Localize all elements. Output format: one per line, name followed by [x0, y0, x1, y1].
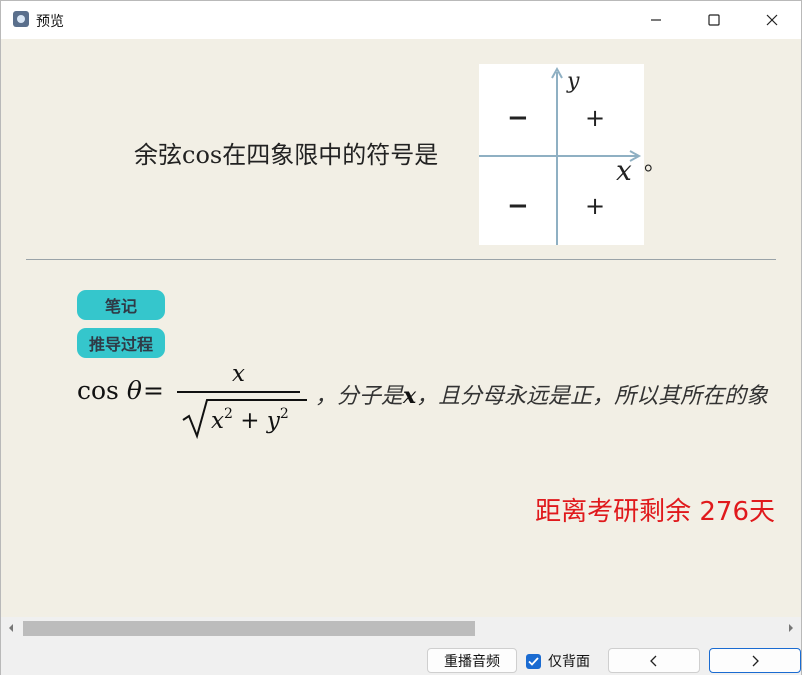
- scrollbar-thumb[interactable]: [23, 621, 475, 636]
- question-end-mark: 。: [644, 151, 667, 176]
- close-icon: [766, 14, 778, 26]
- app-icon: [13, 11, 29, 27]
- checkbox-checked-icon[interactable]: [526, 653, 541, 669]
- explanation-suffix: ，且分母永远是正，所以其所在的象: [416, 384, 769, 409]
- formula-func: cos: [77, 376, 119, 405]
- title-bar: 预览: [1, 1, 801, 39]
- scroll-left-icon[interactable]: [6, 622, 16, 634]
- quadrant-2-sign: −: [507, 103, 529, 133]
- formula-var: θ: [126, 376, 142, 405]
- den-y: y: [266, 408, 280, 434]
- minimize-icon: [651, 19, 661, 21]
- notes-button[interactable]: 笔记: [77, 290, 165, 320]
- axis-y-label: y: [566, 69, 580, 94]
- next-button[interactable]: [709, 648, 801, 673]
- back-only-label: 仅背面: [548, 654, 590, 670]
- minimize-button[interactable]: [627, 1, 685, 39]
- den-plus: +: [232, 408, 267, 434]
- horizontal-scrollbar[interactable]: [1, 617, 801, 639]
- preview-window: 预览 余弦cos在四象限中的符号是 y x − + − + 。 笔记 推导过程 …: [0, 0, 802, 675]
- formula-numerator: x: [232, 361, 245, 387]
- chevron-right-icon: [752, 655, 759, 666]
- denominator-expression: x2 + y2: [211, 406, 289, 434]
- axis-x-label: x: [616, 154, 632, 187]
- derivation-button[interactable]: 推导过程: [77, 328, 165, 358]
- quadrant-1-sign: +: [585, 104, 605, 132]
- maximize-icon: [708, 14, 720, 26]
- chevron-left-icon: [650, 655, 657, 666]
- quadrant-4-sign: +: [585, 192, 605, 220]
- exam-countdown: 距离考研剩余 276天: [535, 497, 775, 527]
- formula-denominator: x2 + y2: [179, 396, 309, 440]
- answer-divider: [26, 259, 776, 260]
- question-text: 余弦cos在四象限中的符号是: [134, 141, 439, 169]
- fraction-bar: [177, 391, 300, 393]
- den-x: x: [211, 408, 224, 434]
- den-x-exp: 2: [223, 406, 233, 422]
- close-button[interactable]: [743, 1, 801, 39]
- quadrant-diagram: y x − + − +: [479, 66, 642, 245]
- den-y-exp: 2: [279, 406, 289, 422]
- formula-equals: =: [143, 376, 164, 405]
- maximize-button[interactable]: [685, 1, 743, 39]
- previous-button[interactable]: [608, 648, 700, 673]
- scroll-right-icon[interactable]: [786, 622, 796, 634]
- explanation-var: x: [403, 383, 417, 409]
- window-title: 预览: [36, 14, 64, 30]
- explanation-prefix: ，分子是: [315, 384, 404, 409]
- card-content: 余弦cos在四象限中的符号是 y x − + − + 。 笔记 推导过程 cos…: [1, 39, 801, 619]
- replay-audio-button[interactable]: 重播音频: [427, 648, 517, 673]
- formula-lhs: cos θ: [77, 376, 142, 405]
- back-only-checkbox[interactable]: 仅背面: [526, 652, 590, 670]
- quadrant-sign-figure: y x − + − +: [479, 64, 644, 245]
- formula-explanation: ，分子是x，且分母永远是正，所以其所在的象: [315, 378, 768, 410]
- bottom-toolbar: 重播音频 仅背面: [1, 639, 801, 675]
- quadrant-3-sign: −: [507, 191, 529, 221]
